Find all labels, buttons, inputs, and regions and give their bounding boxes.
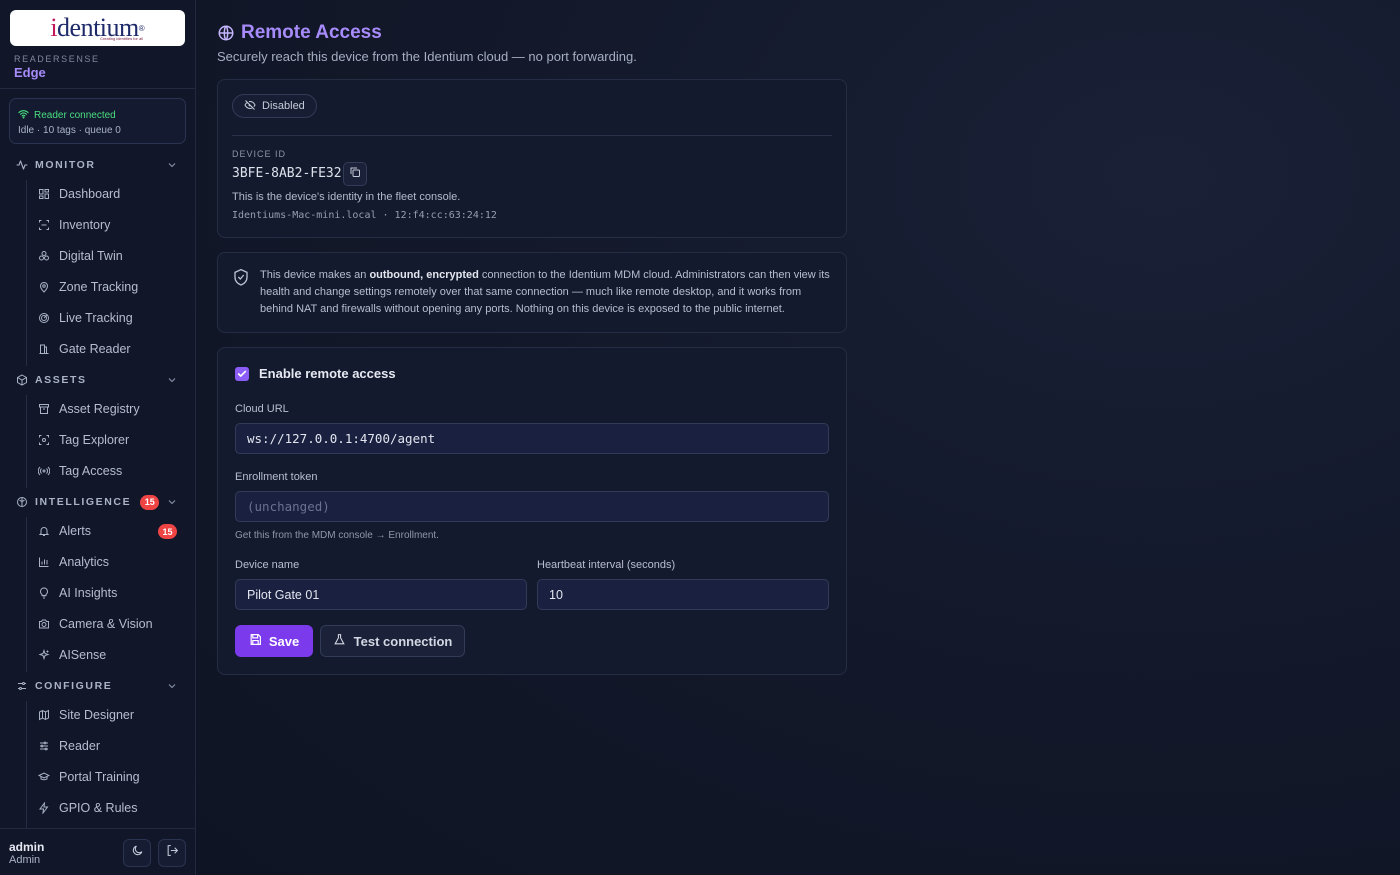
sidebar-item-tag-access[interactable]: Tag Access <box>38 460 183 482</box>
sidebar-item-live-tracking[interactable]: Live Tracking <box>38 307 183 329</box>
moon-icon <box>131 844 144 862</box>
device-name-input[interactable]: Pilot Gate 01 <box>235 579 527 610</box>
eye-off-icon <box>244 99 256 114</box>
user-name: admin <box>9 840 45 854</box>
sidebar-item-alerts[interactable]: Alerts 15 <box>38 520 183 542</box>
dashboard-icon <box>38 188 50 200</box>
chevron-down-icon <box>166 680 178 692</box>
logout-button[interactable] <box>158 839 186 867</box>
section-assets[interactable]: ASSETS <box>16 371 180 389</box>
user-role: Admin <box>9 854 41 866</box>
enrollment-token-label: Enrollment token <box>235 471 318 483</box>
user-panel: admin Admin <box>0 828 195 875</box>
product-label: READERSENSE <box>14 54 100 64</box>
reader-status-title: Reader connected <box>34 110 116 121</box>
sidebar-item-aisense[interactable]: AISense <box>38 644 183 666</box>
heartbeat-interval-input[interactable]: 10 <box>537 579 829 610</box>
sidebar-item-zone-tracking[interactable]: Zone Tracking <box>38 276 183 298</box>
zap-icon <box>38 802 50 814</box>
enable-remote-access-toggle[interactable]: Enable remote access <box>235 366 396 381</box>
archive-icon <box>38 403 50 415</box>
sidebar-item-digital-twin[interactable]: Digital Twin <box>38 245 183 267</box>
section-configure[interactable]: CONFIGURE <box>16 677 180 695</box>
flask-icon <box>333 633 346 649</box>
sidebar-item-ai-insights[interactable]: AI Insights <box>38 582 183 604</box>
reader-status-detail: Idle · 10 tags · queue 0 <box>18 125 121 136</box>
shield-check-icon <box>233 268 249 286</box>
sidebar-item-inventory[interactable]: Inventory <box>38 214 183 236</box>
copy-device-id-button[interactable] <box>343 162 367 186</box>
device-name-label: Device name <box>235 559 300 571</box>
device-id-label: DEVICE ID <box>232 149 287 159</box>
brand-logo[interactable]: identium ® Creating identities for all <box>10 10 185 46</box>
save-button[interactable]: Save <box>235 625 313 657</box>
sparkles-icon <box>38 649 50 661</box>
sidebar-item-asset-registry[interactable]: Asset Registry <box>38 398 183 420</box>
boxes-icon <box>38 250 50 262</box>
heartbeat-interval-label: Heartbeat interval (seconds) <box>537 559 676 571</box>
settings-icon <box>16 680 28 692</box>
save-icon <box>249 633 262 649</box>
device-card: Disabled DEVICE ID 3BFE-8AB2-FE32 This i… <box>217 79 847 238</box>
device-id-help: This is the device's identity in the fle… <box>232 191 461 203</box>
device-host-info: Identiums-Mac-mini.local · 12:f4:cc:63:2… <box>232 210 497 221</box>
camera-icon <box>38 618 50 630</box>
device-id-value: 3BFE-8AB2-FE32 <box>232 166 342 181</box>
radar-icon <box>38 312 50 324</box>
page-subtitle: Securely reach this device from the Iden… <box>217 49 637 64</box>
activity-icon <box>16 159 28 171</box>
scan-search-icon <box>38 434 50 446</box>
enrollment-token-input[interactable]: (unchanged) <box>235 491 829 522</box>
sidebar-item-portal-training[interactable]: Portal Training <box>38 766 183 788</box>
info-card: This device makes an outbound, encrypted… <box>217 252 847 333</box>
sidebar-item-gpio-rules[interactable]: GPIO & Rules <box>38 797 183 819</box>
gate-icon <box>38 343 50 355</box>
sidebar-item-analytics[interactable]: Analytics <box>38 551 183 573</box>
product-name: Edge <box>14 65 46 80</box>
status-badge: Disabled <box>232 94 317 118</box>
remote-access-form: Enable remote access Cloud URL ws://127.… <box>217 347 847 675</box>
test-connection-button[interactable]: Test connection <box>320 625 465 657</box>
map-pin-icon <box>38 281 50 293</box>
scan-icon <box>38 219 50 231</box>
package-icon <box>16 374 28 386</box>
theme-toggle-button[interactable] <box>123 839 151 867</box>
main-content: Remote Access Securely reach this device… <box>196 0 1400 875</box>
enrollment-token-help: Get this from the MDM console → Enrollme… <box>235 530 439 541</box>
brain-icon <box>16 496 28 508</box>
bell-icon <box>38 525 50 537</box>
map-icon <box>38 709 50 721</box>
sidebar-item-reader[interactable]: Reader <box>38 735 183 757</box>
sidebar-item-gate-reader[interactable]: Gate Reader <box>38 338 183 360</box>
sidebar-item-tag-explorer[interactable]: Tag Explorer <box>38 429 183 451</box>
chevron-down-icon <box>166 496 178 508</box>
bar-chart-icon <box>38 556 50 568</box>
sidebar-item-camera-vision[interactable]: Camera & Vision <box>38 613 183 635</box>
sidebar-divider <box>0 88 195 89</box>
cloud-url-label: Cloud URL <box>235 403 289 415</box>
sidebar: identium ® Creating identities for all RE… <box>0 0 196 875</box>
radio-icon <box>38 465 50 477</box>
sidebar-item-dashboard[interactable]: Dashboard <box>38 183 183 205</box>
cloud-url-input[interactable]: ws://127.0.0.1:4700/agent <box>235 423 829 454</box>
info-text: This device makes an outbound, encrypted… <box>260 269 830 315</box>
logo-tagline: Creating identities for all <box>100 36 143 41</box>
enable-remote-access-checkbox[interactable] <box>235 366 249 381</box>
graduation-cap-icon <box>38 771 50 783</box>
sliders-icon <box>38 740 50 752</box>
section-intelligence[interactable]: INTELLIGENCE 15 <box>16 493 180 511</box>
reader-status-card: Reader connected Idle · 10 tags · queue … <box>9 98 186 144</box>
chevron-down-icon <box>166 159 178 171</box>
section-monitor[interactable]: MONITOR <box>16 156 180 174</box>
globe-icon <box>217 24 235 42</box>
copy-icon <box>349 165 361 183</box>
sidebar-item-site-designer[interactable]: Site Designer <box>38 704 183 726</box>
intelligence-count-badge: 15 <box>140 494 160 510</box>
chevron-down-icon <box>166 374 178 386</box>
page-title: Remote Access <box>218 22 382 44</box>
alerts-count-badge: 15 <box>158 524 177 539</box>
lightbulb-icon <box>38 587 50 599</box>
wifi-icon <box>18 109 29 122</box>
logout-icon <box>166 844 179 862</box>
